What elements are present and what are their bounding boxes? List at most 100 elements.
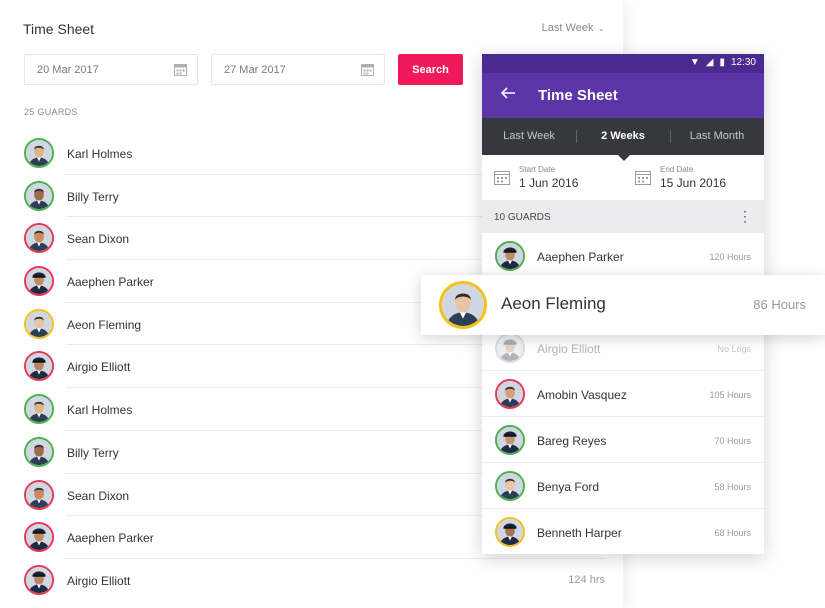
avatar-image	[495, 517, 525, 547]
app-title: Time Sheet	[538, 87, 618, 104]
list-item[interactable]: Benneth Harper 68 Hours	[482, 509, 764, 554]
guard-hours: 124 hrs	[568, 573, 605, 586]
avatar	[24, 308, 54, 339]
guard-name: Airgio Elliott	[67, 573, 131, 588]
guard-hours: 58 Hours	[714, 482, 751, 492]
avatar	[24, 522, 54, 553]
avatar	[24, 180, 54, 211]
guards-header: 10 GUARDS ⋮	[482, 201, 764, 233]
avatar	[24, 564, 54, 595]
avatar-image	[24, 436, 54, 467]
featured-guard-hours: 86 Hours	[753, 297, 806, 312]
avatar	[24, 138, 54, 168]
avatar	[495, 241, 525, 271]
avatar-image	[24, 138, 54, 168]
guard-name: Bareg Reyes	[537, 434, 607, 448]
avatar-image	[24, 180, 54, 211]
guard-name: Aaephen Parker	[67, 275, 154, 290]
date-range: Start Date 1 Jun 2016 End Date 15 Jun 20…	[482, 155, 764, 201]
guard-name: Airgio Elliott	[537, 342, 601, 356]
avatar	[24, 223, 54, 254]
avatar-image	[24, 394, 54, 425]
start-date-label: Start Date	[519, 165, 556, 174]
end-date-label: End Date	[660, 165, 694, 174]
guards-count: 10 GUARDS	[494, 212, 551, 223]
guard-name: Sean Dixon	[67, 232, 130, 247]
list-item[interactable]: Bareg Reyes 70 Hours	[482, 417, 764, 463]
list-item[interactable]: Amobin Vasquez 105 Hours	[482, 371, 764, 417]
status-bar: ▼ ◢ ▮ 12:30	[482, 54, 764, 73]
guard-hours: 105 Hours	[709, 390, 751, 400]
avatar	[24, 266, 54, 297]
guard-name: Billy Terry	[67, 445, 119, 460]
avatar-image	[24, 479, 54, 510]
more-vert-icon[interactable]: ⋮	[738, 209, 752, 223]
avatar-image	[24, 522, 54, 553]
back-arrow-icon[interactable]	[500, 85, 516, 106]
avatar	[24, 351, 54, 382]
battery-icon: ▮	[719, 57, 725, 68]
guard-name: Aaephen Parker	[537, 250, 624, 264]
guard-name: Karl Holmes	[67, 147, 133, 161]
period-dropdown-label: Last Week	[541, 22, 594, 34]
guard-hours: No Logs	[717, 344, 751, 354]
guard-name: Benya Ford	[537, 480, 600, 494]
guards-count: 25 GUARDS	[24, 107, 78, 117]
avatar-image	[495, 379, 525, 409]
guard-hours: 70 Hours	[714, 436, 751, 446]
guard-hours: 120 Hours	[709, 252, 751, 262]
end-date-field[interactable]: 27 Mar 2017	[211, 54, 385, 85]
tab-last-month[interactable]: Last Month	[670, 118, 764, 155]
guard-name: Karl Holmes	[67, 403, 133, 418]
guard-name: Aeon Fleming	[67, 317, 142, 332]
guard-name: Airgio Elliott	[67, 360, 131, 375]
avatar	[24, 394, 54, 425]
calendar-icon[interactable]	[361, 63, 374, 79]
period-tabs: Last Week 2 Weeks Last Month	[482, 118, 764, 161]
start-date-value: 20 Mar 2017	[37, 64, 99, 76]
calendar-icon	[494, 169, 510, 190]
tab-2-weeks[interactable]: 2 Weeks	[576, 118, 670, 155]
tab-last-week[interactable]: Last Week	[482, 118, 576, 155]
guard-name: Aaephen Parker	[67, 531, 154, 546]
guard-hours: 68 Hours	[714, 528, 751, 538]
avatar-image	[495, 425, 525, 455]
list-item[interactable]: Airgio Elliott 124 hrs	[0, 559, 623, 602]
period-dropdown[interactable]: Last Week ⌄	[542, 22, 605, 34]
app-bar: Time Sheet	[482, 73, 764, 118]
start-date-field[interactable]: 20 Mar 2017	[24, 54, 198, 85]
start-date-value: 1 Jun 2016	[519, 176, 579, 190]
status-time: 12:30	[730, 57, 756, 68]
featured-guard-name: Aeon Fleming	[501, 294, 606, 313]
featured-guard-card[interactable]: Aeon Fleming 86 Hours	[421, 275, 825, 335]
search-button[interactable]: Search	[398, 54, 463, 85]
end-date-picker[interactable]: End Date 15 Jun 2016	[623, 155, 764, 200]
guard-name: Sean Dixon	[67, 488, 130, 503]
avatar	[24, 436, 54, 467]
avatar	[495, 425, 525, 455]
avatar	[495, 471, 525, 501]
end-date-value: 27 Mar 2017	[224, 64, 286, 76]
avatar	[24, 479, 54, 510]
avatar-image	[495, 333, 525, 363]
avatar	[495, 517, 525, 547]
avatar	[495, 379, 525, 409]
signal-icon: ◢	[705, 57, 714, 68]
wifi-icon: ▼	[689, 57, 700, 68]
guard-name: Amobin Vasquez	[537, 388, 627, 402]
start-date-picker[interactable]: Start Date 1 Jun 2016	[482, 155, 623, 200]
avatar	[495, 333, 525, 363]
calendar-icon[interactable]	[174, 63, 187, 79]
list-item[interactable]: Benya Ford 58 Hours	[482, 463, 764, 509]
avatar-image	[495, 471, 525, 501]
chevron-down-icon: ⌄	[597, 23, 605, 33]
end-date-value: 15 Jun 2016	[660, 176, 727, 190]
avatar-image	[24, 223, 54, 254]
page-title: Time Sheet	[23, 21, 95, 37]
guard-name: Benneth Harper	[537, 526, 622, 540]
avatar-image	[24, 564, 54, 595]
avatar-image	[24, 351, 54, 382]
avatar-image	[495, 241, 525, 271]
avatar	[439, 281, 487, 329]
calendar-icon	[635, 169, 651, 190]
